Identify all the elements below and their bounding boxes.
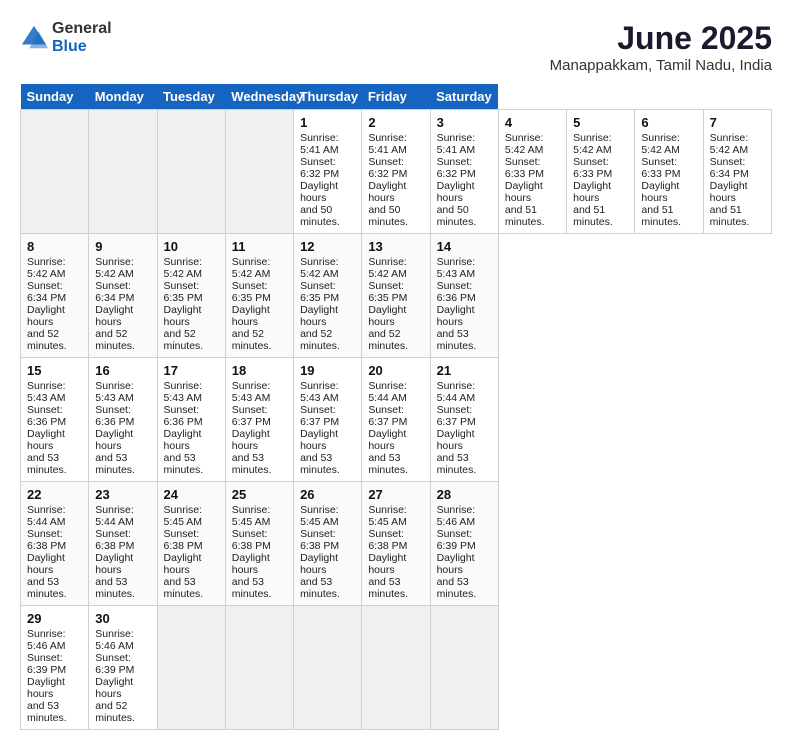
day-number: 2 [368, 115, 423, 130]
calendar-week-2: 8 Sunrise: 5:42 AMSunset: 6:34 PMDayligh… [21, 234, 772, 358]
calendar-week-5: 29 Sunrise: 5:46 AMSunset: 6:39 PMDaylig… [21, 606, 772, 730]
calendar-cell-day-27: 27 Sunrise: 5:45 AMSunset: 6:38 PMDaylig… [362, 482, 430, 606]
day-number: 3 [437, 115, 492, 130]
calendar-cell-day-7: 7 Sunrise: 5:42 AMSunset: 6:34 PMDayligh… [703, 110, 771, 234]
logo-icon [20, 24, 48, 52]
calendar-cell-day-6: 6 Sunrise: 5:42 AMSunset: 6:33 PMDayligh… [635, 110, 703, 234]
header-day-wednesday: Wednesday [225, 84, 293, 110]
empty-cell [362, 606, 430, 730]
day-number: 22 [27, 487, 82, 502]
day-number: 21 [437, 363, 492, 378]
header-day-monday: Monday [89, 84, 157, 110]
day-number: 4 [505, 115, 560, 130]
empty-cell [225, 606, 293, 730]
calendar-cell-day-2: 2 Sunrise: 5:41 AMSunset: 6:32 PMDayligh… [362, 110, 430, 234]
calendar-cell-day-14: 14 Sunrise: 5:43 AMSunset: 6:36 PMDaylig… [430, 234, 498, 358]
calendar-cell-day-16: 16 Sunrise: 5:43 AMSunset: 6:36 PMDaylig… [89, 358, 157, 482]
calendar-week-4: 22 Sunrise: 5:44 AMSunset: 6:38 PMDaylig… [21, 482, 772, 606]
calendar-cell-day-15: 15 Sunrise: 5:43 AMSunset: 6:36 PMDaylig… [21, 358, 89, 482]
calendar-title: June 2025 [550, 20, 772, 57]
empty-cell [225, 110, 293, 234]
calendar-table: SundayMondayTuesdayWednesdayThursdayFrid… [20, 84, 772, 730]
empty-cell [294, 606, 362, 730]
empty-cell [21, 110, 89, 234]
day-number: 16 [95, 363, 150, 378]
header-day-friday: Friday [362, 84, 430, 110]
calendar-cell-day-21: 21 Sunrise: 5:44 AMSunset: 6:37 PMDaylig… [430, 358, 498, 482]
day-number: 24 [164, 487, 219, 502]
logo-blue: Blue [52, 38, 112, 56]
header-day-sunday: Sunday [21, 84, 89, 110]
calendar-subtitle: Manappakkam, Tamil Nadu, India [550, 57, 772, 74]
calendar-cell-day-18: 18 Sunrise: 5:43 AMSunset: 6:37 PMDaylig… [225, 358, 293, 482]
day-number: 9 [95, 239, 150, 254]
calendar-cell-day-13: 13 Sunrise: 5:42 AMSunset: 6:35 PMDaylig… [362, 234, 430, 358]
calendar-cell-day-4: 4 Sunrise: 5:42 AMSunset: 6:33 PMDayligh… [498, 110, 566, 234]
empty-cell [157, 606, 225, 730]
header: General Blue June 2025 Manappakkam, Tami… [20, 20, 772, 74]
header-day-thursday: Thursday [294, 84, 362, 110]
logo: General Blue [20, 20, 112, 55]
calendar-cell-day-1: 1 Sunrise: 5:41 AMSunset: 6:32 PMDayligh… [294, 110, 362, 234]
header-day-tuesday: Tuesday [157, 84, 225, 110]
day-number: 17 [164, 363, 219, 378]
calendar-header-row: SundayMondayTuesdayWednesdayThursdayFrid… [21, 84, 772, 110]
calendar-cell-day-22: 22 Sunrise: 5:44 AMSunset: 6:38 PMDaylig… [21, 482, 89, 606]
calendar-body: 1 Sunrise: 5:41 AMSunset: 6:32 PMDayligh… [21, 110, 772, 730]
empty-cell [89, 110, 157, 234]
empty-cell [430, 606, 498, 730]
calendar-cell-day-5: 5 Sunrise: 5:42 AMSunset: 6:33 PMDayligh… [567, 110, 635, 234]
day-number: 12 [300, 239, 355, 254]
calendar-week-3: 15 Sunrise: 5:43 AMSunset: 6:36 PMDaylig… [21, 358, 772, 482]
day-number: 15 [27, 363, 82, 378]
calendar-cell-day-30: 30 Sunrise: 5:46 AMSunset: 6:39 PMDaylig… [89, 606, 157, 730]
day-number: 29 [27, 611, 82, 626]
calendar-cell-day-19: 19 Sunrise: 5:43 AMSunset: 6:37 PMDaylig… [294, 358, 362, 482]
calendar-cell-day-24: 24 Sunrise: 5:45 AMSunset: 6:38 PMDaylig… [157, 482, 225, 606]
title-area: June 2025 Manappakkam, Tamil Nadu, India [550, 20, 772, 74]
calendar-cell-day-28: 28 Sunrise: 5:46 AMSunset: 6:39 PMDaylig… [430, 482, 498, 606]
day-number: 5 [573, 115, 628, 130]
day-number: 6 [641, 115, 696, 130]
calendar-cell-day-25: 25 Sunrise: 5:45 AMSunset: 6:38 PMDaylig… [225, 482, 293, 606]
day-number: 23 [95, 487, 150, 502]
calendar-cell-day-26: 26 Sunrise: 5:45 AMSunset: 6:38 PMDaylig… [294, 482, 362, 606]
day-number: 14 [437, 239, 492, 254]
day-number: 8 [27, 239, 82, 254]
day-number: 11 [232, 239, 287, 254]
day-number: 30 [95, 611, 150, 626]
calendar-cell-day-29: 29 Sunrise: 5:46 AMSunset: 6:39 PMDaylig… [21, 606, 89, 730]
calendar-cell-day-20: 20 Sunrise: 5:44 AMSunset: 6:37 PMDaylig… [362, 358, 430, 482]
day-number: 20 [368, 363, 423, 378]
day-number: 25 [232, 487, 287, 502]
day-number: 18 [232, 363, 287, 378]
logo-text: General Blue [52, 20, 112, 55]
calendar-week-1: 1 Sunrise: 5:41 AMSunset: 6:32 PMDayligh… [21, 110, 772, 234]
calendar-cell-day-9: 9 Sunrise: 5:42 AMSunset: 6:34 PMDayligh… [89, 234, 157, 358]
calendar-cell-day-3: 3 Sunrise: 5:41 AMSunset: 6:32 PMDayligh… [430, 110, 498, 234]
empty-cell [157, 110, 225, 234]
logo-general: General [52, 20, 112, 38]
day-number: 26 [300, 487, 355, 502]
day-number: 28 [437, 487, 492, 502]
calendar-cell-day-23: 23 Sunrise: 5:44 AMSunset: 6:38 PMDaylig… [89, 482, 157, 606]
header-day-saturday: Saturday [430, 84, 498, 110]
day-number: 7 [710, 115, 765, 130]
calendar-cell-day-8: 8 Sunrise: 5:42 AMSunset: 6:34 PMDayligh… [21, 234, 89, 358]
day-number: 10 [164, 239, 219, 254]
calendar-cell-day-12: 12 Sunrise: 5:42 AMSunset: 6:35 PMDaylig… [294, 234, 362, 358]
day-number: 13 [368, 239, 423, 254]
calendar-cell-day-11: 11 Sunrise: 5:42 AMSunset: 6:35 PMDaylig… [225, 234, 293, 358]
day-number: 1 [300, 115, 355, 130]
day-number: 19 [300, 363, 355, 378]
day-number: 27 [368, 487, 423, 502]
calendar-cell-day-10: 10 Sunrise: 5:42 AMSunset: 6:35 PMDaylig… [157, 234, 225, 358]
calendar-cell-day-17: 17 Sunrise: 5:43 AMSunset: 6:36 PMDaylig… [157, 358, 225, 482]
